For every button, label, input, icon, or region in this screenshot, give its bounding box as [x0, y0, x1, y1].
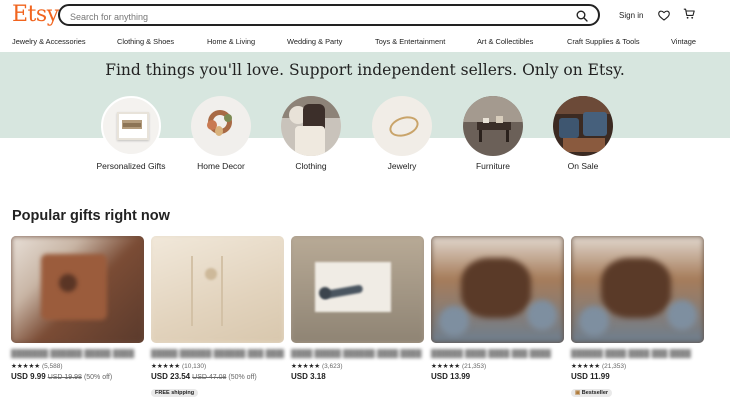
product-card[interactable]: █████ ██████ ██████ ███ ████ ★★★★★ (10,1…: [151, 236, 284, 399]
product-rating: ★★★★★ (3,623): [291, 363, 343, 370]
product-rating: ★★★★★ (5,588): [11, 363, 63, 370]
category-nav: Jewelry & Accessories Clothing & Shoes H…: [0, 35, 730, 49]
product-title[interactable]: ███████ ██████ █████ ████: [11, 349, 144, 361]
category-label: Clothing: [295, 161, 327, 171]
nav-wedding-party[interactable]: Wedding & Party: [287, 37, 342, 46]
category-circle-jewelry[interactable]: Jewelry: [372, 96, 432, 171]
hero-tagline: Find things you'll love. Support indepen…: [105, 61, 625, 79]
search-icon[interactable]: [576, 9, 588, 27]
cart-icon[interactable]: [683, 7, 695, 25]
category-label: On Sale: [567, 161, 599, 171]
product-title[interactable]: █████ ██████ ██████ ███ ████: [151, 349, 284, 361]
product-price: USD 13.99: [431, 372, 471, 381]
product-card[interactable]: ██████ ████ ████ ███ ████ ★★★★★ (21,353)…: [571, 236, 704, 399]
product-image[interactable]: [11, 236, 144, 343]
personalized-gifts-image: [101, 96, 161, 156]
product-price: USD 9.99 USD 19.98 (50% off): [11, 372, 113, 381]
nav-home-living[interactable]: Home & Living: [207, 37, 255, 46]
on-sale-image: [553, 96, 613, 156]
furniture-image: [463, 96, 523, 156]
nav-craft-supplies[interactable]: Craft Supplies & Tools: [567, 37, 640, 46]
home-decor-image: [191, 96, 251, 156]
product-image[interactable]: [431, 236, 564, 343]
nav-vintage[interactable]: Vintage: [671, 37, 696, 46]
etsy-logo[interactable]: Etsy: [12, 2, 59, 27]
nav-toys-entertainment[interactable]: Toys & Entertainment: [375, 37, 445, 46]
category-label: Furniture: [475, 161, 510, 171]
category-label: Home Decor: [197, 161, 245, 171]
free-shipping-badge: FREE shipping: [151, 389, 199, 397]
section-title: Popular gifts right now: [12, 208, 170, 224]
product-title[interactable]: ██████ ████ ████ ███ ████: [571, 349, 704, 361]
category-label: Personalized Gifts: [96, 161, 166, 171]
product-price: USD 3.18: [291, 372, 326, 381]
product-rating: ★★★★★ (21,353): [431, 363, 487, 370]
bestseller-badge: ▣ Bestseller: [571, 389, 613, 397]
product-image[interactable]: [291, 236, 424, 343]
award-icon: ▣: [575, 390, 581, 396]
original-price: USD 47.08: [192, 374, 227, 381]
product-card[interactable]: ████ █████ ██████ ████ ████ ★★★★★ (3,623…: [291, 236, 424, 381]
category-circle-on-sale[interactable]: On Sale: [553, 96, 613, 171]
category-circle-furniture[interactable]: Furniture: [463, 96, 523, 171]
product-rating: ★★★★★ (21,353): [571, 363, 627, 370]
product-image[interactable]: [151, 236, 284, 343]
category-label: Jewelry: [387, 161, 417, 171]
nav-clothing-shoes[interactable]: Clothing & Shoes: [117, 37, 174, 46]
search-bar[interactable]: [58, 4, 600, 26]
product-card[interactable]: ███████ ██████ █████ ████ ★★★★★ (5,588) …: [11, 236, 144, 381]
product-title[interactable]: ██████ ████ ████ ███ ████: [431, 349, 564, 361]
search-input[interactable]: [68, 8, 572, 26]
product-price: USD 11.99: [571, 372, 610, 381]
product-title[interactable]: ████ █████ ██████ ████ ████: [291, 349, 424, 361]
clothing-image: [281, 96, 341, 156]
sign-in-link[interactable]: Sign in: [619, 11, 643, 20]
product-card[interactable]: ██████ ████ ████ ███ ████ ★★★★★ (21,353)…: [431, 236, 564, 381]
category-circle-home-decor[interactable]: Home Decor: [191, 96, 251, 171]
category-circle-clothing[interactable]: Clothing: [281, 96, 341, 171]
original-price: USD 19.98: [47, 374, 82, 381]
product-image[interactable]: [571, 236, 704, 343]
nav-art-collectibles[interactable]: Art & Collectibles: [477, 37, 533, 46]
discount: (50% off): [83, 374, 113, 381]
nav-jewelry-accessories[interactable]: Jewelry & Accessories: [12, 37, 86, 46]
jewelry-image: [372, 96, 432, 156]
product-rating: ★★★★★ (10,130): [151, 363, 207, 370]
category-circle-personalized-gifts[interactable]: Personalized Gifts: [97, 96, 165, 171]
product-price: USD 23.54 USD 47.08 (50% off): [151, 372, 257, 381]
heart-icon[interactable]: [658, 8, 670, 26]
discount: (50% off): [228, 374, 257, 381]
